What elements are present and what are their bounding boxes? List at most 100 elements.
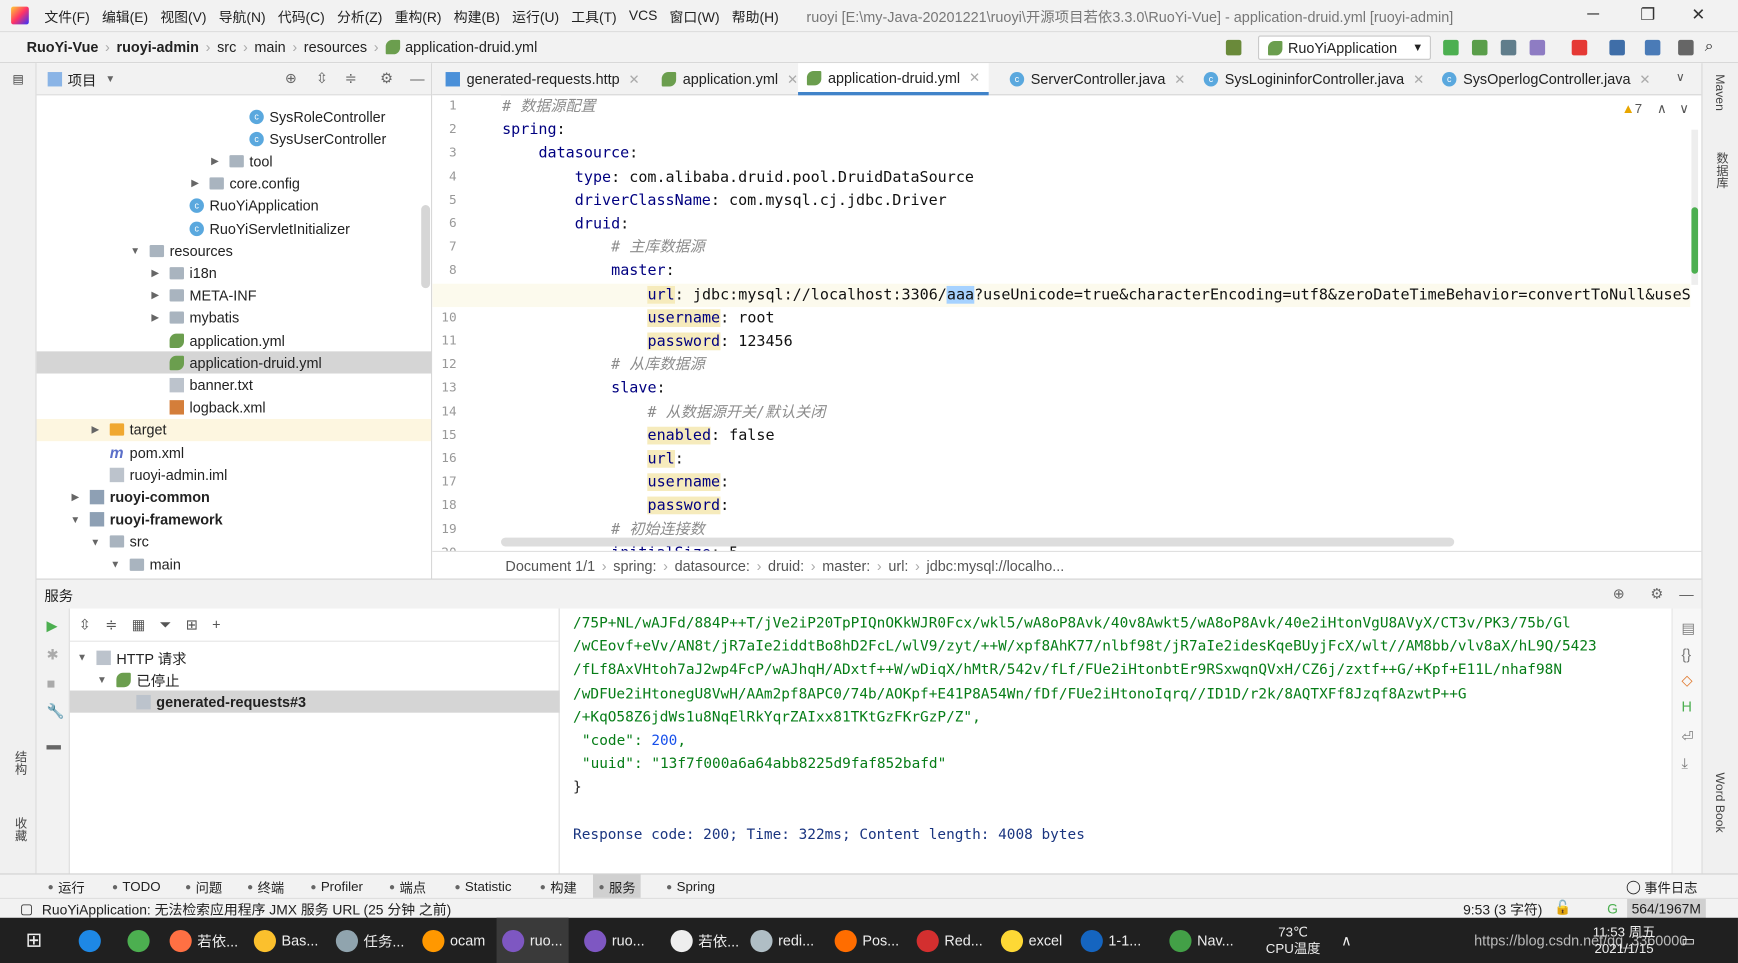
menu-item[interactable]: 构建(B): [454, 5, 500, 26]
tree-item[interactable]: application.yml: [37, 329, 432, 351]
tool-tab-list[interactable]: ● TODO: [106, 875, 166, 899]
tab-sysoperlogcontroller-java[interactable]: c SysOperlogController.java ✕: [1433, 63, 1659, 95]
taskbar-app[interactable]: 若依...: [164, 918, 244, 963]
search-icon[interactable]: ⌕: [1705, 37, 1721, 55]
tree-item[interactable]: ▶ i18n: [37, 262, 432, 284]
tabs-overflow-icon[interactable]: ∨: [1676, 70, 1685, 84]
clock[interactable]: 11:53 周五 2021/1/15: [1587, 918, 1661, 963]
chevron-down-icon[interactable]: ▼: [70, 514, 81, 525]
tray-chevron-icon[interactable]: ∧: [1336, 918, 1358, 963]
start-button[interactable]: ⊞: [20, 918, 48, 963]
chevron-right-icon[interactable]: ▶: [150, 267, 161, 279]
chevron-right-icon[interactable]: ▶: [190, 177, 201, 189]
menu-item[interactable]: 代码(C): [278, 5, 325, 26]
hide-icon[interactable]: —: [1679, 586, 1693, 603]
code-line[interactable]: # 数据源配置: [432, 95, 1690, 118]
chevron-down-icon[interactable]: ▼: [90, 536, 101, 547]
taskbar-app[interactable]: [122, 918, 161, 963]
inspection-widget[interactable]: ▲7 ∧ ∨: [1622, 101, 1689, 117]
locate-icon[interactable]: ⊕: [285, 70, 297, 88]
tool-tab-spring[interactable]: ● Spring: [661, 875, 721, 899]
code-line[interactable]: url: jdbc:mysql://localhost:3306/aaa?use…: [432, 283, 1691, 307]
chevron-right-icon[interactable]: ▶: [209, 155, 220, 167]
tab-servercontroller-java[interactable]: c ServerController.java ✕: [1001, 63, 1194, 95]
profile-icon[interactable]: [1529, 39, 1546, 56]
debug-icon[interactable]: [1471, 39, 1488, 56]
code-line[interactable]: # 主库数据源: [432, 236, 1690, 259]
wrench-icon[interactable]: 🔧: [47, 703, 69, 721]
database-tool-label[interactable]: 数据库: [1712, 152, 1730, 189]
tool-tab-services[interactable]: ● 服务: [592, 874, 642, 899]
lock-icon[interactable]: 🔓: [1554, 900, 1571, 917]
close-tab-icon[interactable]: ✕: [629, 71, 640, 87]
taskbar-app[interactable]: Pos...: [829, 918, 905, 963]
collapse-all-icon[interactable]: ≑: [345, 70, 357, 88]
group-icon[interactable]: ▦: [132, 616, 146, 634]
status-message[interactable]: RuoYiApplication: 无法检索应用程序 JMX 服务 URL (2…: [42, 898, 451, 919]
taskbar-app[interactable]: 1-1...: [1075, 918, 1147, 963]
taskbar-app[interactable]: ocam: [417, 918, 491, 963]
tab-application-yml[interactable]: application.yml ✕: [653, 63, 807, 95]
editor-breadcrumb-item[interactable]: spring:: [613, 557, 656, 574]
tree-item[interactable]: c SysUserController: [37, 128, 432, 150]
tool-tab-profiler[interactable]: ● Profiler: [305, 875, 369, 899]
code-line[interactable]: password:: [432, 495, 1690, 518]
tree-item[interactable]: m pom.xml: [37, 441, 432, 463]
tree-item[interactable]: ▼ ruoyi-framework: [37, 508, 432, 530]
project-view-select[interactable]: 项目: [68, 68, 97, 89]
tool-tab-run[interactable]: ● 运行: [42, 875, 90, 899]
service-tree-item[interactable]: generated-requests#3: [69, 690, 560, 713]
code-line[interactable]: type: com.alibaba.druid.pool.DruidDataSo…: [432, 166, 1690, 189]
memory-indicator[interactable]: 564/1967M: [1627, 898, 1706, 919]
code-line[interactable]: # 从数据源开关/默认关闭: [432, 401, 1690, 424]
editor-breadcrumb-item[interactable]: jdbc:mysql://localho...: [927, 557, 1065, 574]
code-line[interactable]: password: 123456: [432, 330, 1690, 353]
debug-icon[interactable]: ✱: [47, 646, 69, 664]
service-tree-item[interactable]: ▼ HTTP 请求: [70, 646, 560, 668]
menu-item[interactable]: 分析(Z): [337, 5, 382, 26]
tab-syslogininforcontroller-java[interactable]: c SysLogininforController.java ✕: [1195, 63, 1433, 95]
restore-button[interactable]: ❐: [1640, 4, 1655, 25]
horizontal-scrollbar[interactable]: [500, 537, 1455, 547]
html-icon[interactable]: H: [1681, 698, 1701, 715]
code-area[interactable]: # 数据源配置 spring: datasource: type: com.aliba…: [432, 95, 1691, 551]
tree-item[interactable]: ruoyi-admin.iml: [37, 464, 432, 486]
event-log-button[interactable]: ◯ 事件日志: [1620, 875, 1703, 899]
code-line[interactable]: # 从库数据源: [432, 354, 1690, 377]
taskbar-app[interactable]: ruo...: [579, 918, 651, 963]
menu-item[interactable]: 编辑(E): [102, 5, 148, 26]
menu-item[interactable]: 重构(R): [395, 5, 442, 26]
gear-icon[interactable]: ⚙: [380, 70, 393, 88]
breadcrumb-item[interactable]: application-druid.yml: [405, 39, 537, 56]
tool-tab-endpoint[interactable]: ● 端点: [384, 875, 432, 899]
tool-tab-terminal[interactable]: ● 终端: [242, 875, 290, 899]
editor-breadcrumb-item[interactable]: Document 1/1: [505, 557, 595, 574]
project-scrollbar[interactable]: [421, 205, 431, 289]
minimize-button[interactable]: ─: [1587, 4, 1599, 23]
close-tab-icon[interactable]: ✕: [787, 71, 798, 87]
taskbar-app[interactable]: [73, 918, 112, 963]
code-line[interactable]: driverClassName: com.mysql.cj.jdbc.Drive…: [432, 189, 1690, 212]
tree-item[interactable]: ▶ tool: [37, 150, 432, 172]
hide-icon[interactable]: —: [410, 70, 424, 87]
rerun-icon[interactable]: [1443, 39, 1459, 56]
filter-icon[interactable]: ⏷: [160, 616, 172, 634]
code-line[interactable]: master:: [432, 260, 1690, 283]
close-tab-icon[interactable]: ✕: [1174, 71, 1185, 87]
code-line[interactable]: druid:: [432, 213, 1690, 236]
close-tab-icon[interactable]: ✕: [969, 70, 980, 86]
stop-icon[interactable]: [1571, 39, 1588, 56]
new-tab-icon[interactable]: ⊞: [186, 616, 198, 634]
coverage-icon[interactable]: [1500, 39, 1517, 56]
project-tool-icon[interactable]: ▤: [11, 72, 25, 86]
tab-generated-requests-http[interactable]: generated-requests.http ✕: [437, 63, 649, 95]
soft-wrap-icon[interactable]: ⏎: [1681, 728, 1701, 746]
caret-position[interactable]: 9:53 (3 字符): [1463, 898, 1542, 919]
taskbar-app[interactable]: Red...: [911, 918, 988, 963]
editor-breadcrumb-item[interactable]: druid:: [768, 557, 804, 574]
json-icon[interactable]: {}: [1681, 646, 1701, 663]
menu-item[interactable]: VCS: [629, 8, 657, 24]
menu-item[interactable]: 导航(N): [219, 5, 266, 26]
globe-icon[interactable]: ⊕: [1613, 585, 1625, 603]
add-icon[interactable]: +: [212, 616, 220, 633]
